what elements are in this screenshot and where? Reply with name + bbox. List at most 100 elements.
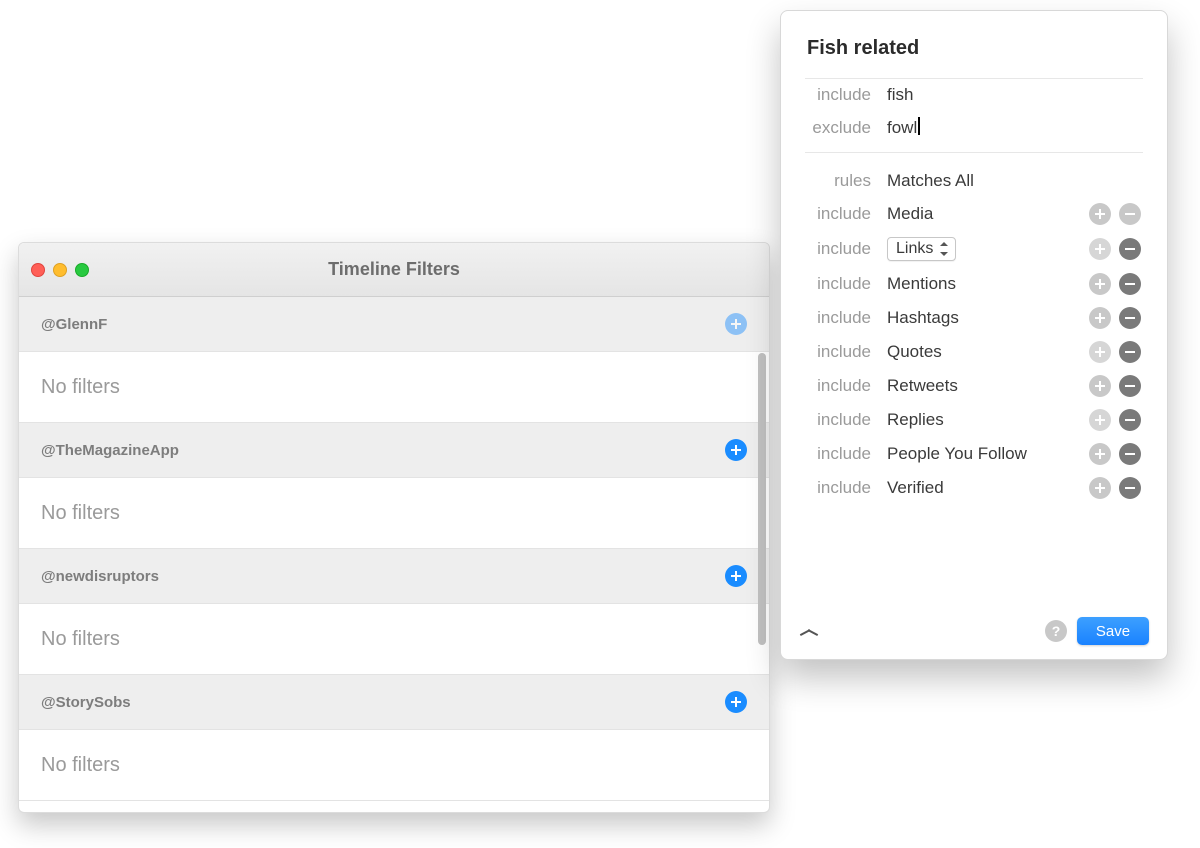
rule-remove-button[interactable] (1119, 375, 1141, 397)
add-filter-button[interactable] (725, 439, 747, 461)
account-filter-status: No filters (19, 730, 769, 800)
text-caret-icon (918, 117, 920, 135)
account-header: @StorySobs (19, 675, 769, 730)
popover-footer: ? Save (781, 607, 1167, 659)
account-handle: @StorySobs (41, 694, 131, 711)
rule-add-button[interactable] (1089, 409, 1111, 431)
rule-type[interactable]: Retweets (887, 376, 1089, 396)
rule-remove-button[interactable] (1119, 409, 1141, 431)
window-title: Timeline Filters (328, 259, 460, 280)
rule-row: includeVerified (801, 471, 1147, 505)
account-handle: @newdisruptors (41, 568, 159, 585)
keyword-include-value[interactable]: fish (887, 85, 913, 105)
keyword-exclude-label: exclude (807, 118, 887, 138)
rule-row: includeMentions (801, 267, 1147, 301)
rule-type-label: Links (896, 240, 933, 258)
rule-type[interactable]: Media (887, 204, 1089, 224)
scrollbar-thumb[interactable] (758, 353, 766, 645)
account-filter-status: No filters (19, 604, 769, 674)
rule-mode[interactable]: include (807, 274, 887, 294)
rule-mode[interactable]: include (807, 478, 887, 498)
account-filter-status: No filters (19, 478, 769, 548)
rule-controls (1089, 238, 1141, 260)
window-zoom-button[interactable] (75, 263, 89, 277)
keyword-exclude-value[interactable]: fowl (887, 117, 920, 138)
rule-add-button[interactable] (1089, 273, 1111, 295)
rule-add-button[interactable] (1089, 307, 1111, 329)
rule-remove-button[interactable] (1119, 477, 1141, 499)
rule-row: includePeople You Follow (801, 437, 1147, 471)
rule-type[interactable]: Quotes (887, 342, 1089, 362)
account-handle: @GlennF (41, 316, 107, 333)
rule-mode[interactable]: include (807, 342, 887, 362)
rule-type[interactable]: Replies (887, 410, 1089, 430)
chevron-up-icon[interactable] (799, 625, 821, 637)
rule-row: includeMedia (801, 197, 1147, 231)
rules-header-label: rules (807, 171, 887, 191)
rule-row: includeReplies (801, 403, 1147, 437)
rules-header-row: rules Matches All (801, 165, 1147, 197)
rule-add-button[interactable] (1089, 477, 1111, 499)
window-close-button[interactable] (31, 263, 45, 277)
rule-type[interactable]: Links (887, 237, 1089, 261)
rule-controls (1089, 307, 1141, 329)
keyword-include-label: include (807, 85, 887, 105)
account-section: @GlennF No filters (19, 297, 769, 423)
account-section: @TheMagazineApp No filters (19, 423, 769, 549)
rule-add-button[interactable] (1089, 443, 1111, 465)
rule-row: includeQuotes (801, 335, 1147, 369)
rule-add-button[interactable] (1089, 341, 1111, 363)
rule-type[interactable]: People You Follow (887, 444, 1089, 464)
rule-mode[interactable]: include (807, 204, 887, 224)
rule-controls (1089, 477, 1141, 499)
account-header: @TheMagazineApp (19, 423, 769, 478)
timeline-filters-window: Timeline Filters @GlennFNo filters@TheMa… (18, 242, 770, 813)
rule-controls (1089, 273, 1141, 295)
rule-row: includeRetweets (801, 369, 1147, 403)
divider (805, 152, 1143, 153)
stepper-icon (939, 242, 949, 256)
rule-type[interactable]: Mentions (887, 274, 1089, 294)
add-filter-button[interactable] (725, 313, 747, 335)
filter-popover: Fish related include fish exclude fowl r… (780, 10, 1168, 660)
account-header: @newdisruptors (19, 549, 769, 604)
rule-remove-button[interactable] (1119, 238, 1141, 260)
rule-remove-button[interactable] (1119, 203, 1141, 225)
keyword-exclude-row: exclude fowl (801, 111, 1147, 144)
rule-add-button[interactable] (1089, 203, 1111, 225)
rule-controls (1089, 203, 1141, 225)
keyword-include-row: include fish (801, 79, 1147, 111)
save-button[interactable]: Save (1077, 617, 1149, 645)
accounts-list: @GlennF No filters @TheMagazineApp No filte… (19, 297, 769, 812)
rule-type[interactable]: Hashtags (887, 308, 1089, 328)
help-button[interactable]: ? (1045, 620, 1067, 642)
rule-add-button[interactable] (1089, 375, 1111, 397)
rule-mode[interactable]: include (807, 239, 887, 259)
rules-header-value[interactable]: Matches All (887, 171, 1141, 191)
rules-section: rules Matches All includeMediaincludeLin… (801, 165, 1147, 505)
rule-type-select[interactable]: Links (887, 237, 956, 261)
window-titlebar[interactable]: Timeline Filters (19, 243, 769, 297)
rule-add-button[interactable] (1089, 238, 1111, 260)
rule-controls (1089, 341, 1141, 363)
account-handle: @TheMagazineApp (41, 442, 179, 459)
account-filter-status: No filters (19, 352, 769, 422)
rule-remove-button[interactable] (1119, 341, 1141, 363)
rule-remove-button[interactable] (1119, 307, 1141, 329)
account-section: @StorySobs No filters (19, 675, 769, 801)
account-header: @GlennF (19, 297, 769, 352)
add-filter-button[interactable] (725, 565, 747, 587)
filter-name-input[interactable]: Fish related (807, 37, 1141, 60)
rule-controls (1089, 443, 1141, 465)
rule-remove-button[interactable] (1119, 443, 1141, 465)
rule-remove-button[interactable] (1119, 273, 1141, 295)
rule-type[interactable]: Verified (887, 478, 1089, 498)
rule-mode[interactable]: include (807, 308, 887, 328)
rule-mode[interactable]: include (807, 444, 887, 464)
rule-row: include Links (801, 231, 1147, 267)
add-filter-button[interactable] (725, 691, 747, 713)
window-minimize-button[interactable] (53, 263, 67, 277)
rule-mode[interactable]: include (807, 410, 887, 430)
rule-mode[interactable]: include (807, 376, 887, 396)
account-section: @newdisruptors No filters (19, 549, 769, 675)
